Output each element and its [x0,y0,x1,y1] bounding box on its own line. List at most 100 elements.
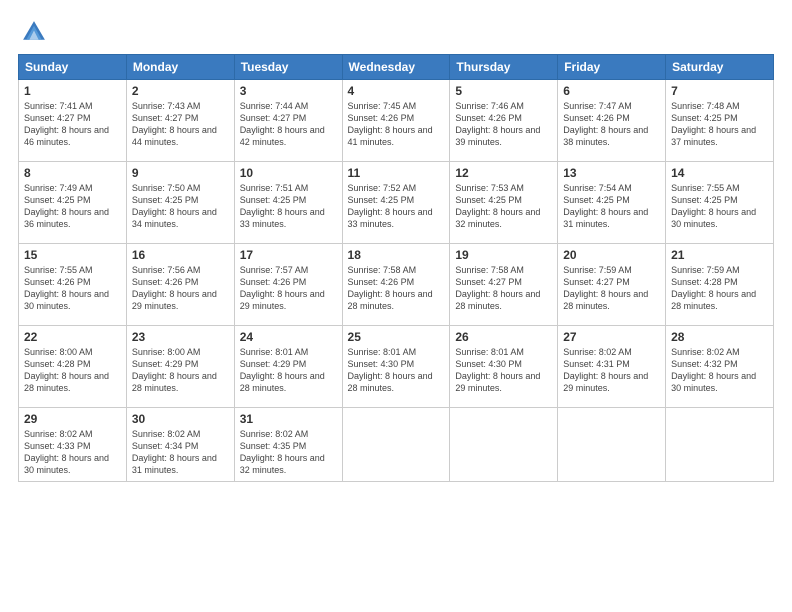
day-number: 19 [455,248,552,262]
day-info: Sunrise: 7:56 AMSunset: 4:26 PMDaylight:… [132,265,217,311]
day-info: Sunrise: 7:58 AMSunset: 4:27 PMDaylight:… [455,265,540,311]
day-number: 24 [240,330,337,344]
day-number: 26 [455,330,552,344]
calendar-cell: 9 Sunrise: 7:50 AMSunset: 4:25 PMDayligh… [126,162,234,244]
calendar-cell: 25 Sunrise: 8:01 AMSunset: 4:30 PMDaylig… [342,326,450,408]
col-header-tuesday: Tuesday [234,55,342,80]
calendar-cell: 31 Sunrise: 8:02 AMSunset: 4:35 PMDaylig… [234,408,342,482]
day-number: 5 [455,84,552,98]
calendar-cell: 27 Sunrise: 8:02 AMSunset: 4:31 PMDaylig… [558,326,666,408]
day-number: 14 [671,166,768,180]
col-header-saturday: Saturday [666,55,774,80]
calendar-cell: 12 Sunrise: 7:53 AMSunset: 4:25 PMDaylig… [450,162,558,244]
day-number: 6 [563,84,660,98]
day-number: 18 [348,248,445,262]
calendar-cell: 13 Sunrise: 7:54 AMSunset: 4:25 PMDaylig… [558,162,666,244]
header [18,18,774,46]
col-header-monday: Monday [126,55,234,80]
col-header-sunday: Sunday [19,55,127,80]
day-number: 20 [563,248,660,262]
calendar-cell: 3 Sunrise: 7:44 AMSunset: 4:27 PMDayligh… [234,80,342,162]
calendar-cell: 21 Sunrise: 7:59 AMSunset: 4:28 PMDaylig… [666,244,774,326]
calendar-week-4: 22 Sunrise: 8:00 AMSunset: 4:28 PMDaylig… [19,326,774,408]
day-number: 13 [563,166,660,180]
day-info: Sunrise: 7:47 AMSunset: 4:26 PMDaylight:… [563,101,648,147]
calendar-cell: 18 Sunrise: 7:58 AMSunset: 4:26 PMDaylig… [342,244,450,326]
day-info: Sunrise: 8:02 AMSunset: 4:35 PMDaylight:… [240,429,325,475]
day-number: 21 [671,248,768,262]
day-info: Sunrise: 8:01 AMSunset: 4:29 PMDaylight:… [240,347,325,393]
day-info: Sunrise: 7:59 AMSunset: 4:27 PMDaylight:… [563,265,648,311]
calendar-week-1: 1 Sunrise: 7:41 AMSunset: 4:27 PMDayligh… [19,80,774,162]
day-info: Sunrise: 8:02 AMSunset: 4:33 PMDaylight:… [24,429,109,475]
logo [18,18,52,46]
calendar-cell: 14 Sunrise: 7:55 AMSunset: 4:25 PMDaylig… [666,162,774,244]
day-number: 7 [671,84,768,98]
calendar-week-5: 29 Sunrise: 8:02 AMSunset: 4:33 PMDaylig… [19,408,774,482]
day-info: Sunrise: 8:00 AMSunset: 4:29 PMDaylight:… [132,347,217,393]
calendar-week-3: 15 Sunrise: 7:55 AMSunset: 4:26 PMDaylig… [19,244,774,326]
calendar-cell [450,408,558,482]
calendar-cell [666,408,774,482]
calendar-cell: 22 Sunrise: 8:00 AMSunset: 4:28 PMDaylig… [19,326,127,408]
day-info: Sunrise: 7:58 AMSunset: 4:26 PMDaylight:… [348,265,433,311]
col-header-friday: Friday [558,55,666,80]
calendar-cell: 5 Sunrise: 7:46 AMSunset: 4:26 PMDayligh… [450,80,558,162]
day-number: 28 [671,330,768,344]
col-header-thursday: Thursday [450,55,558,80]
day-info: Sunrise: 8:00 AMSunset: 4:28 PMDaylight:… [24,347,109,393]
calendar-cell: 23 Sunrise: 8:00 AMSunset: 4:29 PMDaylig… [126,326,234,408]
day-info: Sunrise: 7:51 AMSunset: 4:25 PMDaylight:… [240,183,325,229]
calendar-cell: 17 Sunrise: 7:57 AMSunset: 4:26 PMDaylig… [234,244,342,326]
day-number: 25 [348,330,445,344]
day-number: 27 [563,330,660,344]
day-number: 23 [132,330,229,344]
day-number: 8 [24,166,121,180]
page: SundayMondayTuesdayWednesdayThursdayFrid… [0,0,792,612]
day-number: 9 [132,166,229,180]
calendar-cell: 19 Sunrise: 7:58 AMSunset: 4:27 PMDaylig… [450,244,558,326]
day-number: 10 [240,166,337,180]
day-info: Sunrise: 7:55 AMSunset: 4:26 PMDaylight:… [24,265,109,311]
calendar-cell: 1 Sunrise: 7:41 AMSunset: 4:27 PMDayligh… [19,80,127,162]
calendar-cell [558,408,666,482]
calendar-cell: 6 Sunrise: 7:47 AMSunset: 4:26 PMDayligh… [558,80,666,162]
day-info: Sunrise: 7:49 AMSunset: 4:25 PMDaylight:… [24,183,109,229]
day-number: 2 [132,84,229,98]
calendar-cell: 20 Sunrise: 7:59 AMSunset: 4:27 PMDaylig… [558,244,666,326]
calendar-cell: 15 Sunrise: 7:55 AMSunset: 4:26 PMDaylig… [19,244,127,326]
day-info: Sunrise: 7:50 AMSunset: 4:25 PMDaylight:… [132,183,217,229]
day-info: Sunrise: 7:55 AMSunset: 4:25 PMDaylight:… [671,183,756,229]
calendar-cell: 30 Sunrise: 8:02 AMSunset: 4:34 PMDaylig… [126,408,234,482]
day-info: Sunrise: 7:53 AMSunset: 4:25 PMDaylight:… [455,183,540,229]
day-info: Sunrise: 8:02 AMSunset: 4:31 PMDaylight:… [563,347,648,393]
calendar-header-row: SundayMondayTuesdayWednesdayThursdayFrid… [19,55,774,80]
calendar-cell: 26 Sunrise: 8:01 AMSunset: 4:30 PMDaylig… [450,326,558,408]
day-number: 11 [348,166,445,180]
calendar-cell: 2 Sunrise: 7:43 AMSunset: 4:27 PMDayligh… [126,80,234,162]
day-number: 4 [348,84,445,98]
day-info: Sunrise: 8:01 AMSunset: 4:30 PMDaylight:… [348,347,433,393]
calendar-cell: 11 Sunrise: 7:52 AMSunset: 4:25 PMDaylig… [342,162,450,244]
day-info: Sunrise: 7:41 AMSunset: 4:27 PMDaylight:… [24,101,109,147]
calendar-cell [342,408,450,482]
day-number: 30 [132,412,229,426]
calendar-cell: 8 Sunrise: 7:49 AMSunset: 4:25 PMDayligh… [19,162,127,244]
day-number: 3 [240,84,337,98]
day-number: 22 [24,330,121,344]
day-info: Sunrise: 7:43 AMSunset: 4:27 PMDaylight:… [132,101,217,147]
day-number: 1 [24,84,121,98]
day-info: Sunrise: 7:59 AMSunset: 4:28 PMDaylight:… [671,265,756,311]
calendar-cell: 7 Sunrise: 7:48 AMSunset: 4:25 PMDayligh… [666,80,774,162]
day-info: Sunrise: 7:46 AMSunset: 4:26 PMDaylight:… [455,101,540,147]
calendar-cell: 24 Sunrise: 8:01 AMSunset: 4:29 PMDaylig… [234,326,342,408]
calendar-cell: 16 Sunrise: 7:56 AMSunset: 4:26 PMDaylig… [126,244,234,326]
calendar-cell: 28 Sunrise: 8:02 AMSunset: 4:32 PMDaylig… [666,326,774,408]
day-info: Sunrise: 7:45 AMSunset: 4:26 PMDaylight:… [348,101,433,147]
calendar-table: SundayMondayTuesdayWednesdayThursdayFrid… [18,54,774,482]
day-number: 31 [240,412,337,426]
calendar-cell: 10 Sunrise: 7:51 AMSunset: 4:25 PMDaylig… [234,162,342,244]
day-info: Sunrise: 7:48 AMSunset: 4:25 PMDaylight:… [671,101,756,147]
day-number: 15 [24,248,121,262]
day-number: 12 [455,166,552,180]
